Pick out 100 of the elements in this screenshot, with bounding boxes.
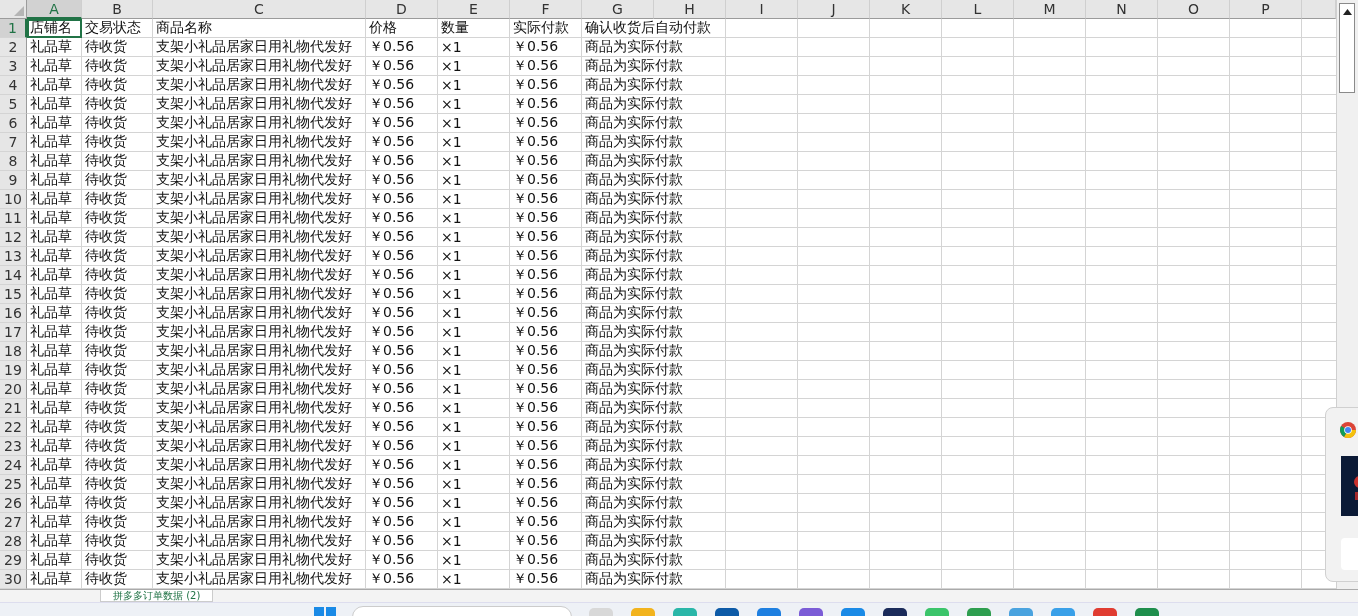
table-cell[interactable]: 支架小礼品居家日用礼物代发好 [153, 570, 366, 589]
table-cell[interactable]: 商品为实际付款 [582, 38, 726, 57]
row-header[interactable]: 1 [0, 19, 27, 38]
table-cell[interactable]: 商品为实际付款 [582, 513, 726, 532]
table-cell[interactable]: 待收货 [82, 152, 153, 171]
row-header[interactable]: 8 [0, 152, 27, 171]
table-cell[interactable]: 待收货 [82, 570, 153, 589]
column-header[interactable]: H [654, 0, 726, 19]
table-cell[interactable]: 商品为实际付款 [582, 57, 726, 76]
column-header[interactable]: D [366, 0, 438, 19]
row-header[interactable]: 12 [0, 228, 27, 247]
row-header[interactable]: 21 [0, 399, 27, 418]
row-header[interactable]: 18 [0, 342, 27, 361]
table-cell[interactable]: 礼品草 [27, 76, 82, 95]
row-header[interactable]: 27 [0, 513, 27, 532]
column-header[interactable]: M [1014, 0, 1086, 19]
row-header[interactable]: 30 [0, 570, 27, 589]
table-cell[interactable]: 礼品草 [27, 304, 82, 323]
table-cell[interactable]: 数量 [438, 19, 510, 38]
table-cell[interactable]: 商品为实际付款 [582, 76, 726, 95]
row-header[interactable]: 9 [0, 171, 27, 190]
table-cell[interactable]: 商品为实际付款 [582, 171, 726, 190]
table-cell[interactable]: 待收货 [82, 551, 153, 570]
table-cell[interactable]: 待收货 [82, 247, 153, 266]
table-cell[interactable]: 礼品草 [27, 513, 82, 532]
column-header[interactable]: P [1230, 0, 1302, 19]
table-cell[interactable]: 商品为实际付款 [582, 247, 726, 266]
row-header[interactable]: 4 [0, 76, 27, 95]
table-cell[interactable]: 礼品草 [27, 247, 82, 266]
column-header[interactable]: F [510, 0, 582, 19]
table-cell[interactable]: 商品为实际付款 [582, 437, 726, 456]
table-cell[interactable]: 支架小礼品居家日用礼物代发好 [153, 342, 366, 361]
table-cell[interactable]: 待收货 [82, 380, 153, 399]
table-cell[interactable]: 待收货 [82, 418, 153, 437]
table-cell[interactable]: 待收货 [82, 266, 153, 285]
table-cell[interactable]: 支架小礼品居家日用礼物代发好 [153, 152, 366, 171]
column-header[interactable]: C [153, 0, 366, 19]
table-cell[interactable]: 支架小礼品居家日用礼物代发好 [153, 209, 366, 228]
table-cell[interactable]: 待收货 [82, 323, 153, 342]
table-cell[interactable]: 礼品草 [27, 380, 82, 399]
column-header[interactable]: E [438, 0, 510, 19]
table-cell[interactable]: 商品为实际付款 [582, 228, 726, 247]
table-cell[interactable]: 待收货 [82, 95, 153, 114]
table-cell[interactable]: 礼品草 [27, 209, 82, 228]
table-cell[interactable]: 待收货 [82, 513, 153, 532]
column-header[interactable]: I [726, 0, 798, 19]
column-header[interactable]: J [798, 0, 870, 19]
table-cell[interactable]: 待收货 [82, 171, 153, 190]
sheet-tab[interactable]: 拼多多订单数据 (2) [100, 590, 214, 602]
table-cell[interactable]: 待收货 [82, 399, 153, 418]
row-header[interactable]: 28 [0, 532, 27, 551]
table-cell[interactable]: 支架小礼品居家日用礼物代发好 [153, 57, 366, 76]
table-cell[interactable]: 礼品草 [27, 570, 82, 589]
table-cell[interactable]: 待收货 [82, 114, 153, 133]
table-cell[interactable]: 商品为实际付款 [582, 285, 726, 304]
app-icon[interactable] [882, 607, 908, 616]
table-cell[interactable]: 待收货 [82, 361, 153, 380]
table-cell[interactable]: 支架小礼品居家日用礼物代发好 [153, 228, 366, 247]
table-cell[interactable]: 商品为实际付款 [582, 494, 726, 513]
column-header[interactable] [1302, 0, 1336, 19]
table-cell[interactable]: 商品名称 [153, 19, 366, 38]
row-header[interactable]: 5 [0, 95, 27, 114]
table-cell[interactable]: 支架小礼品居家日用礼物代发好 [153, 304, 366, 323]
row-header[interactable]: 16 [0, 304, 27, 323]
column-header[interactable]: G [582, 0, 654, 19]
row-header[interactable]: 10 [0, 190, 27, 209]
row-header[interactable]: 6 [0, 114, 27, 133]
table-cell[interactable]: 商品为实际付款 [582, 456, 726, 475]
table-cell[interactable]: 礼品草 [27, 475, 82, 494]
table-cell[interactable]: 支架小礼品居家日用礼物代发好 [153, 418, 366, 437]
table-cell[interactable]: 礼品草 [27, 323, 82, 342]
table-cell[interactable]: 商品为实际付款 [582, 114, 726, 133]
table-cell[interactable]: 商品为实际付款 [582, 361, 726, 380]
table-cell[interactable]: 礼品草 [27, 418, 82, 437]
table-cell[interactable]: 支架小礼品居家日用礼物代发好 [153, 38, 366, 57]
row-header[interactable]: 23 [0, 437, 27, 456]
table-cell[interactable]: 商品为实际付款 [582, 209, 726, 228]
table-cell[interactable]: 支架小礼品居家日用礼物代发好 [153, 513, 366, 532]
table-cell[interactable]: 支架小礼品居家日用礼物代发好 [153, 190, 366, 209]
scroll-up-button[interactable] [1339, 3, 1355, 93]
table-cell[interactable]: 支架小礼品居家日用礼物代发好 [153, 285, 366, 304]
table-cell[interactable]: 礼品草 [27, 171, 82, 190]
table-cell[interactable]: 待收货 [82, 38, 153, 57]
table-cell[interactable]: 商品为实际付款 [582, 551, 726, 570]
row-header[interactable]: 7 [0, 133, 27, 152]
row-header[interactable]: 19 [0, 361, 27, 380]
row-header[interactable]: 29 [0, 551, 27, 570]
table-cell[interactable]: 支架小礼品居家日用礼物代发好 [153, 437, 366, 456]
table-cell[interactable]: 礼品草 [27, 190, 82, 209]
table-cell[interactable]: 礼品草 [27, 361, 82, 380]
table-cell[interactable]: 商品为实际付款 [582, 133, 726, 152]
table-cell[interactable]: 商品为实际付款 [582, 570, 726, 589]
table-cell[interactable]: 商品为实际付款 [582, 152, 726, 171]
table-cell[interactable]: 支架小礼品居家日用礼物代发好 [153, 323, 366, 342]
table-cell[interactable]: 礼品草 [27, 437, 82, 456]
table-cell[interactable]: 待收货 [82, 437, 153, 456]
table-cell[interactable]: 商品为实际付款 [582, 399, 726, 418]
table-cell[interactable]: 支架小礼品居家日用礼物代发好 [153, 76, 366, 95]
column-header[interactable]: L [942, 0, 1014, 19]
table-cell[interactable]: 礼品草 [27, 95, 82, 114]
